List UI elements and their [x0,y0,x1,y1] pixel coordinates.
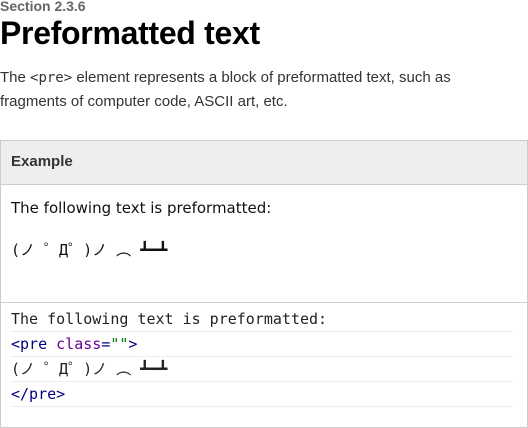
example-header: Example [1,141,527,185]
intro-code-pre: <pre> [30,70,73,86]
code-line: <pre class=""> [11,332,513,357]
rendered-intro-text: The following text is preformatted: [11,199,272,217]
code-token-attr: class [56,335,102,353]
code-token-punct: > [128,335,138,353]
intro-text-before: The [0,69,31,86]
code-token-string: "" [110,335,129,353]
code-token-eq: = [101,335,111,353]
code-token-tag: pre [20,335,48,353]
page-title: Preformatted text [0,15,260,51]
intro-paragraph: The <pre> element represents a block of … [0,66,520,114]
code-line: (ノ ゜Д゜)ノ ︵ ┻━┻ [11,357,513,382]
section-label: Section 2.3.6 [0,0,86,14]
example-code-listing: The following text is preformatted: <pre… [1,303,527,407]
example-box: Example The following text is preformatt… [0,140,528,428]
code-token-punct: < [11,335,21,353]
example-rendered-output: The following text is preformatted: (ノ ゜… [1,185,527,303]
rendered-pre-block: (ノ ゜Д゜)ノ ︵ ┻━┻ [11,241,168,259]
code-line: The following text is preformatted: [11,307,513,332]
code-line: </pre> [11,382,513,407]
